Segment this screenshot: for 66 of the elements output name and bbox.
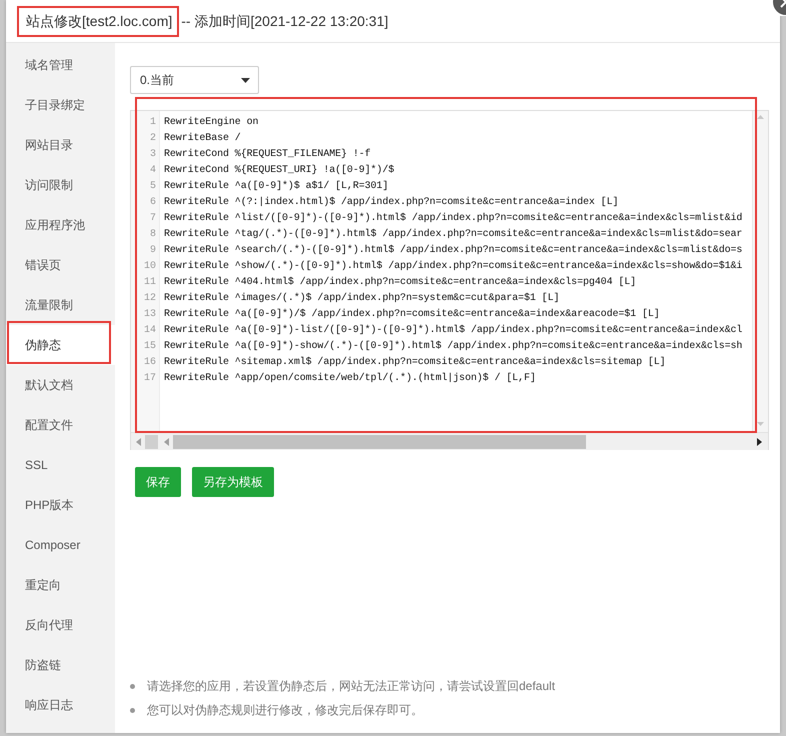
- code-line: RewriteCond %{REQUEST_URI} !a([0-9]*)/$: [164, 164, 394, 178]
- code-line: RewriteRule ^list/([0-9]*)-([0-9]*).html$ /app/index.php?n=comsite&c=entrance&a=index&cls=mlist&id: [164, 212, 742, 226]
- line-number: 2: [148, 132, 157, 146]
- sidebar-item[interactable]: 重定向: [6, 565, 115, 605]
- line-number: 5: [148, 180, 157, 194]
- code-line: RewriteBase /: [164, 132, 241, 146]
- line-number: 4: [148, 164, 157, 178]
- sidebar-item[interactable]: PHP版本: [6, 485, 115, 525]
- dialog-title: 站点修改[test2.loc.com]: [26, 12, 172, 28]
- line-number: 9: [148, 244, 157, 258]
- bullet-icon: [130, 684, 135, 688]
- code-line: RewriteRule ^search/(.*)-([0-9]*).html$ /app/index.php?n=comsite&c=entrance&a=index&cls=mlist&do=s: [164, 244, 742, 258]
- right-arrow-icon[interactable]: [757, 438, 762, 446]
- line-number: 14: [142, 324, 157, 338]
- bullet-icon: [130, 708, 135, 712]
- code-line: RewriteRule ^app/open/comsite/web/tpl/(.*).(html|json)$ / [L,F]: [164, 372, 536, 386]
- scrollbar-thumb[interactable]: [173, 434, 586, 448]
- code-line: RewriteRule ^a([0-9]*)-show/(.*)-([0-9]*).html$ /app/index.php?n=comsite&c=entrance&a=index&cls=sh: [164, 340, 742, 354]
- code-line: RewriteRule ^show/(.*)-([0-9]*).html$ /app/index.php?n=comsite&c=entrance&a=index&cls=show&do=$1&i: [164, 260, 742, 274]
- line-number: 6: [148, 196, 157, 210]
- code-line: RewriteRule ^tag/(.*)-([0-9]*).html$ /app/index.php?n=comsite&c=entrance&a=index&cls=mlist&do=sear: [164, 228, 742, 242]
- scrollbar-corner: [145, 434, 158, 448]
- code-line: RewriteRule ^404.html$ /app/index.php?n=comsite&c=entrance&a=index&cls=pg404 [L]: [164, 276, 636, 290]
- code-line: RewriteCond %{REQUEST_FILENAME} !-f: [164, 148, 371, 162]
- left-arrow-icon[interactable]: [136, 438, 141, 446]
- left-arrow-icon[interactable]: [164, 438, 169, 446]
- sidebar-item[interactable]: 防盗链: [6, 645, 115, 685]
- sidebar-item[interactable]: 域名管理: [6, 45, 115, 85]
- line-number: 17: [142, 372, 157, 386]
- line-number: 16: [142, 356, 157, 370]
- sidebar-item[interactable]: 配置文件: [6, 405, 115, 445]
- line-number: 12: [142, 292, 157, 306]
- sidebar-item[interactable]: 流量限制: [6, 285, 115, 325]
- code-line: RewriteRule ^(?:|index.html)$ /app/index.php?n=comsite&c=entrance&a=index [L]: [164, 196, 618, 210]
- line-number: 15: [142, 340, 157, 354]
- sidebar-item[interactable]: 访问限制: [6, 165, 115, 205]
- horizontal-scrollbar[interactable]: [131, 432, 768, 450]
- sidebar-item[interactable]: Composer: [6, 525, 115, 565]
- line-number: 3: [148, 148, 157, 162]
- sidebar-item[interactable]: 默认文档: [6, 365, 115, 405]
- sidebar-item[interactable]: 反向代理: [6, 605, 115, 645]
- sidebar-item[interactable]: 伪静态: [6, 325, 115, 365]
- help-note: 您可以对伪静态规则进行修改，修改完后保存即可。: [147, 702, 423, 718]
- template-select[interactable]: 0.当前: [130, 66, 259, 94]
- line-number: 7: [148, 212, 157, 226]
- code-line: RewriteRule ^images/(.*)$ /app/index.php?n=system&c=cut&para=$1 [L]: [164, 292, 560, 306]
- line-number: 8: [148, 228, 157, 242]
- line-number: 11: [142, 276, 157, 290]
- code-line: RewriteRule ^a([0-9]*)-list/([0-9]*)-([0-9]*).html$ /app/index.php?n=comsite&c=entrance&a=index&cl: [164, 324, 742, 338]
- sidebar-item[interactable]: 响应日志: [6, 685, 115, 725]
- sidebar-item[interactable]: 子目录绑定: [6, 85, 115, 125]
- sidebar-item[interactable]: SSL: [6, 445, 115, 485]
- sidebar-item[interactable]: 网站目录: [6, 125, 115, 165]
- help-note: 请选择您的应用，若设置伪静态后，网站无法正常访问，请尝试设置回default: [147, 678, 556, 694]
- sidebar-item[interactable]: 错误页: [6, 245, 115, 285]
- caret-down-icon: [241, 78, 250, 82]
- code-line: RewriteRule ^a([0-9]*)/$ /app/index.php?n=comsite&c=entrance&a=index&areacode=$1 [L]: [164, 308, 660, 322]
- line-number: 1: [148, 116, 157, 130]
- code-line: RewriteRule ^sitemap.xml$ /app/index.php?n=comsite&c=entrance&a=index&cls=sitemap [L]: [164, 356, 666, 370]
- line-number: 10: [142, 260, 157, 274]
- code-line: RewriteEngine on: [164, 116, 258, 130]
- line-number: 13: [142, 308, 157, 322]
- added-time-text: -- 添加时间[2021-12-22 13:20:31]: [181, 12, 388, 30]
- close-icon[interactable]: [768, 0, 786, 16]
- code-line: RewriteRule ^a([0-9]*)$ a$1/ [L,R=301]: [164, 180, 388, 194]
- sidebar-item[interactable]: 应用程序池: [6, 205, 115, 245]
